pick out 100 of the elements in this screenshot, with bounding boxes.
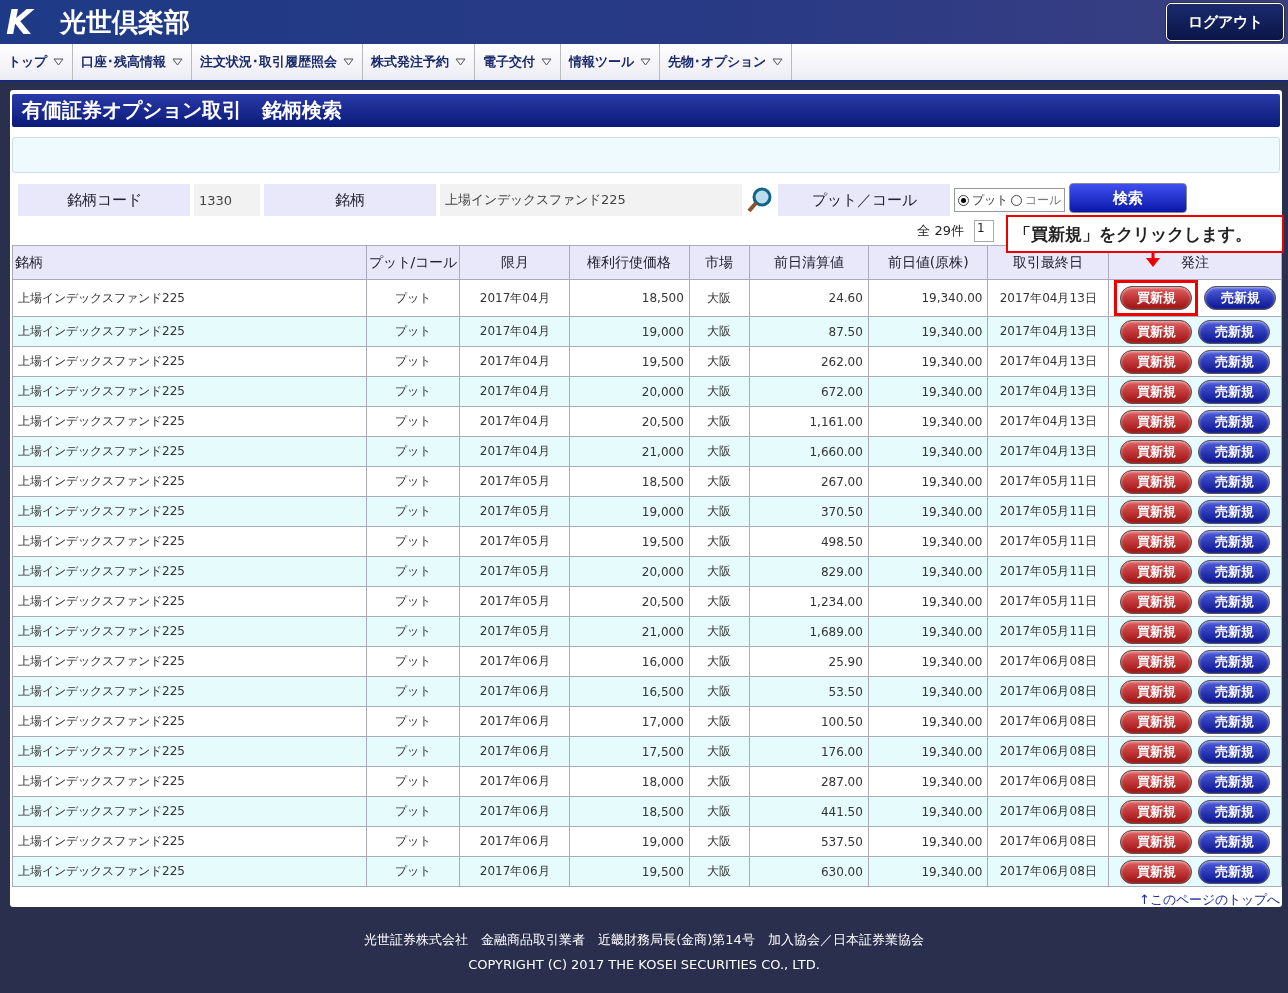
table-cell: 19,340.00 bbox=[868, 706, 988, 737]
column-header: プット/コール bbox=[366, 245, 460, 280]
table-cell: 2017年04月13日 bbox=[987, 316, 1109, 347]
sell-button[interactable]: 売新規 bbox=[1198, 439, 1270, 464]
nav-menu-item[interactable]: 情報ツール bbox=[561, 44, 660, 80]
sell-button[interactable]: 売新規 bbox=[1198, 529, 1270, 554]
table-cell: 上場インデックスファンド225 bbox=[12, 376, 367, 407]
table-cell: 267.00 bbox=[749, 466, 869, 497]
search-button[interactable]: 検索 bbox=[1069, 183, 1187, 213]
buy-button[interactable]: 買新規 bbox=[1120, 799, 1192, 824]
table-cell: 2017年06月 bbox=[459, 736, 570, 767]
buy-button[interactable]: 買新規 bbox=[1120, 286, 1192, 310]
sell-button[interactable]: 売新規 bbox=[1198, 319, 1270, 344]
search-icon[interactable] bbox=[746, 186, 774, 214]
table-cell: プット bbox=[366, 706, 460, 737]
table-cell: 2017年04月 bbox=[459, 376, 570, 407]
table-cell: 19,500 bbox=[569, 346, 690, 377]
buy-button[interactable]: 買新規 bbox=[1120, 619, 1192, 644]
sell-button[interactable]: 売新規 bbox=[1198, 499, 1270, 524]
nav-menu-item[interactable]: 電子交付 bbox=[475, 44, 561, 80]
sell-button[interactable]: 売新規 bbox=[1198, 649, 1270, 674]
sell-button[interactable]: 売新規 bbox=[1198, 859, 1270, 884]
table-cell: 2017年05月 bbox=[459, 556, 570, 587]
sell-button[interactable]: 売新規 bbox=[1198, 619, 1270, 644]
buy-button[interactable]: 買新規 bbox=[1120, 529, 1192, 554]
sell-button[interactable]: 売新規 bbox=[1198, 559, 1270, 584]
caret-icon bbox=[172, 58, 183, 66]
column-header: 前日清算値 bbox=[749, 245, 869, 280]
buy-button[interactable]: 買新規 bbox=[1120, 709, 1192, 734]
sell-button[interactable]: 売新規 bbox=[1204, 286, 1276, 310]
buy-button[interactable]: 買新規 bbox=[1120, 589, 1192, 614]
buy-button[interactable]: 買新規 bbox=[1120, 829, 1192, 854]
sell-button[interactable]: 売新規 bbox=[1198, 709, 1270, 734]
buy-button[interactable]: 買新規 bbox=[1120, 439, 1192, 464]
table-cell: 287.00 bbox=[749, 766, 869, 797]
sell-button[interactable]: 売新規 bbox=[1198, 739, 1270, 764]
table-cell: 2017年06月08日 bbox=[987, 856, 1109, 887]
sell-button[interactable]: 売新規 bbox=[1198, 409, 1270, 434]
table-cell: 19,340.00 bbox=[868, 826, 988, 857]
table-cell: プット bbox=[366, 466, 460, 497]
table-cell: プット bbox=[366, 796, 460, 827]
table-cell: 19,340.00 bbox=[868, 346, 988, 377]
table-cell: 21,000 bbox=[569, 436, 690, 467]
buy-button[interactable]: 買新規 bbox=[1120, 499, 1192, 524]
table-cell: 18,500 bbox=[569, 796, 690, 827]
table-cell: 19,340.00 bbox=[868, 526, 988, 557]
table-cell: 上場インデックスファンド225 bbox=[12, 856, 367, 887]
table-cell: 19,340.00 bbox=[868, 496, 988, 527]
table-cell: 大阪 bbox=[689, 436, 750, 467]
buy-button[interactable]: 買新規 bbox=[1120, 349, 1192, 374]
buy-button[interactable]: 買新規 bbox=[1120, 409, 1192, 434]
table-cell: 2017年06月08日 bbox=[987, 766, 1109, 797]
table-cell: 大阪 bbox=[689, 556, 750, 587]
table-cell: 大阪 bbox=[689, 616, 750, 647]
table-cell: 上場インデックスファンド225 bbox=[12, 586, 367, 617]
buy-button[interactable]: 買新規 bbox=[1120, 559, 1192, 584]
name-field[interactable]: 上場インデックスファンド225 bbox=[440, 184, 742, 216]
sell-button[interactable]: 売新規 bbox=[1198, 469, 1270, 494]
table-cell: 829.00 bbox=[749, 556, 869, 587]
table-cell: プット bbox=[366, 279, 460, 317]
sell-button[interactable]: 売新規 bbox=[1198, 349, 1270, 374]
buy-button[interactable]: 買新規 bbox=[1120, 469, 1192, 494]
table-cell: 24.60 bbox=[749, 279, 869, 317]
sell-button[interactable]: 売新規 bbox=[1198, 769, 1270, 794]
caret-icon bbox=[772, 58, 783, 66]
sell-button[interactable]: 売新規 bbox=[1198, 379, 1270, 404]
table-cell: 大阪 bbox=[689, 736, 750, 767]
table-cell: プット bbox=[366, 556, 460, 587]
buy-button[interactable]: 買新規 bbox=[1120, 769, 1192, 794]
field-label: プット／コール bbox=[778, 184, 950, 216]
logout-button[interactable]: ログアウト bbox=[1166, 3, 1284, 41]
table-cell: 上場インデックスファンド225 bbox=[12, 406, 367, 437]
code-field[interactable]: 1330 bbox=[194, 184, 260, 216]
nav-menu-item[interactable]: 株式発注予約 bbox=[363, 44, 475, 80]
buy-button[interactable]: 買新規 bbox=[1120, 859, 1192, 884]
table-cell: 19,340.00 bbox=[868, 616, 988, 647]
table-cell: 2017年04月 bbox=[459, 436, 570, 467]
nav-menu-item[interactable]: 注文状況･取引履歴照会 bbox=[192, 44, 363, 80]
table-cell: 上場インデックスファンド225 bbox=[12, 496, 367, 527]
table-cell: 176.00 bbox=[749, 736, 869, 767]
sell-button[interactable]: 売新規 bbox=[1198, 829, 1270, 854]
table-cell: 2017年06月 bbox=[459, 856, 570, 887]
table-cell: 19,000 bbox=[569, 496, 690, 527]
buy-button[interactable]: 買新規 bbox=[1120, 679, 1192, 704]
buy-button[interactable]: 買新規 bbox=[1120, 649, 1192, 674]
sell-button[interactable]: 売新規 bbox=[1198, 589, 1270, 614]
table-cell: 大阪 bbox=[689, 796, 750, 827]
nav-menu-item[interactable]: 口座･残高情報 bbox=[73, 44, 192, 80]
table-cell: 19,500 bbox=[569, 526, 690, 557]
nav-menu-item[interactable]: 先物･オプション bbox=[660, 44, 792, 80]
page-top-link[interactable]: ↑このページのトップへ bbox=[1139, 892, 1280, 907]
nav-menu-item[interactable]: トップ bbox=[0, 44, 73, 80]
table-cell: 2017年05月 bbox=[459, 616, 570, 647]
sell-button[interactable]: 売新規 bbox=[1198, 679, 1270, 704]
table-cell: 大阪 bbox=[689, 376, 750, 407]
buy-button[interactable]: 買新規 bbox=[1120, 379, 1192, 404]
page-field[interactable]: 1 bbox=[974, 220, 994, 242]
buy-button[interactable]: 買新規 bbox=[1120, 319, 1192, 344]
sell-button[interactable]: 売新規 bbox=[1198, 799, 1270, 824]
buy-button[interactable]: 買新規 bbox=[1120, 739, 1192, 764]
